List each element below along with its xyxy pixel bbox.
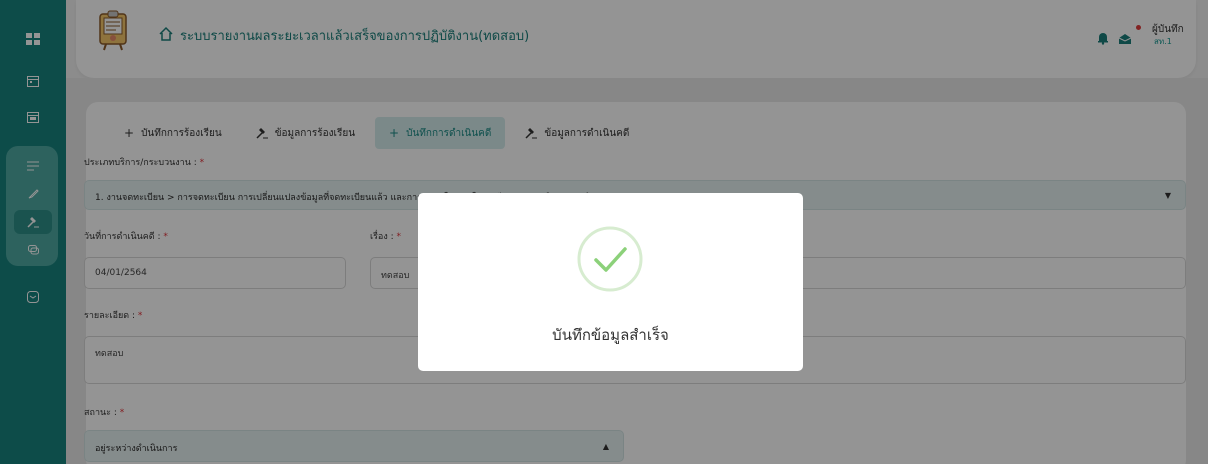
success-check-icon bbox=[576, 225, 644, 293]
success-modal: บันทึกข้อมูลสำเร็จ bbox=[418, 193, 803, 371]
modal-message: บันทึกข้อมูลสำเร็จ bbox=[552, 326, 669, 344]
